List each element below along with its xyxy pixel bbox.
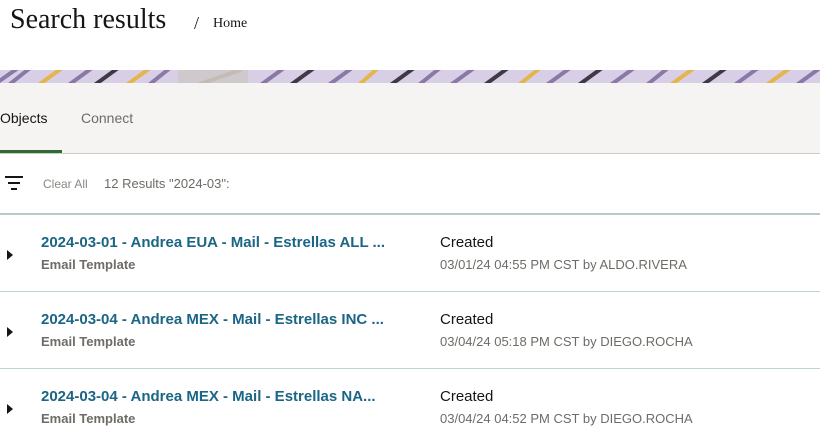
result-row[interactable] bbox=[0, 215, 820, 291]
result-row[interactable] bbox=[0, 369, 820, 445]
result-type: Email Template bbox=[41, 411, 136, 426]
result-status: Created bbox=[440, 234, 494, 251]
tab-objects[interactable]: Objects bbox=[0, 83, 47, 153]
decorative-banner bbox=[0, 70, 820, 83]
result-count: 12 Results "2024-03": bbox=[104, 176, 230, 191]
banner-pattern bbox=[0, 70, 820, 83]
caret-right-icon[interactable] bbox=[5, 325, 15, 337]
result-status: Created bbox=[440, 388, 494, 405]
result-type: Email Template bbox=[41, 257, 136, 272]
tab-bar: Objects Connect bbox=[0, 83, 820, 154]
clear-all-button[interactable]: Clear All bbox=[43, 177, 88, 191]
page-title: Search results bbox=[10, 4, 167, 35]
filter-icon[interactable] bbox=[4, 174, 24, 192]
result-meta: 03/01/24 04:55 PM CST by ALDO.RIVERA bbox=[440, 257, 687, 272]
result-meta: 03/04/24 05:18 PM CST by DIEGO.ROCHA bbox=[440, 334, 693, 349]
caret-right-icon[interactable] bbox=[5, 402, 15, 414]
result-meta: 03/04/24 04:52 PM CST by DIEGO.ROCHA bbox=[440, 411, 693, 426]
result-title-link[interactable]: 2024-03-04 - Andrea MEX - Mail - Estrell… bbox=[41, 388, 421, 405]
result-row[interactable] bbox=[0, 292, 820, 368]
breadcrumb-home-link[interactable]: Home bbox=[213, 16, 247, 32]
result-title-link[interactable]: 2024-03-01 - Andrea EUA - Mail - Estrell… bbox=[41, 234, 421, 251]
active-tab-indicator bbox=[0, 150, 62, 153]
result-status: Created bbox=[440, 311, 494, 328]
tab-connect[interactable]: Connect bbox=[81, 83, 133, 153]
caret-right-icon[interactable] bbox=[5, 248, 15, 260]
breadcrumb-separator: / bbox=[194, 13, 200, 33]
result-type: Email Template bbox=[41, 334, 136, 349]
result-title-link[interactable]: 2024-03-04 - Andrea MEX - Mail - Estrell… bbox=[41, 311, 421, 328]
page-header: Search results / Home bbox=[0, 0, 820, 70]
